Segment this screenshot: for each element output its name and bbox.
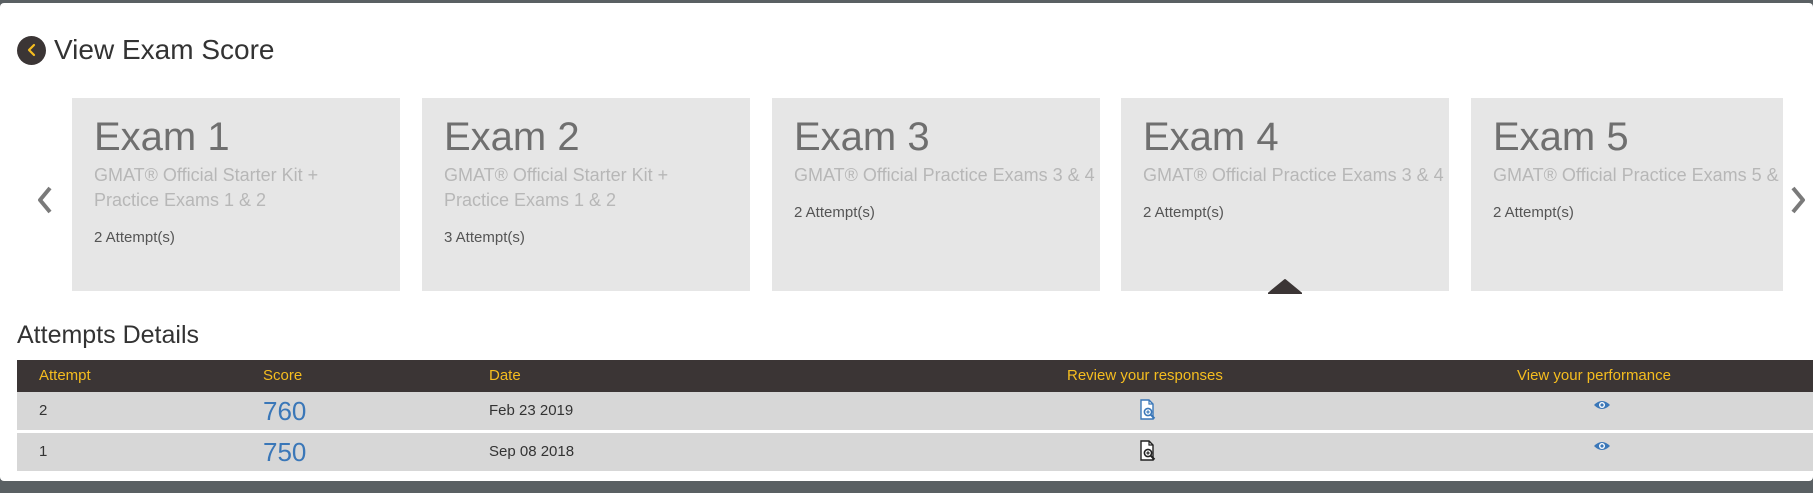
table-header: Attempt Score Date Review your responses… [17,360,1813,392]
column-header-performance: View your performance [1517,367,1671,384]
exam-card-4[interactable]: Exam 4 GMAT® Official Practice Exams 3 &… [1121,98,1449,291]
exam-card-1[interactable]: Exam 1 GMAT® Official Starter Kit + Prac… [72,98,400,291]
review-responses-button[interactable] [1139,399,1157,426]
exam-card-attempts: 2 Attempt(s) [94,229,175,246]
selected-caret-icon [1268,279,1302,294]
carousel-next-button[interactable] [1787,183,1809,217]
exam-card-attempts: 3 Attempt(s) [444,229,525,246]
view-performance-button[interactable] [1593,439,1611,458]
table-row: 2 760 Feb 23 2019 [17,392,1813,430]
page-header: View Exam Score [17,33,274,67]
review-responses-button[interactable] [1139,440,1157,467]
exam-card-subtitle: GMAT® Official Practice Exams 5 & 6 [1493,165,1783,185]
column-header-review: Review your responses [1067,367,1223,384]
exam-card-attempts: 2 Attempt(s) [1493,204,1574,221]
attempt-date: Feb 23 2019 [489,402,574,419]
exam-score-panel: View Exam Score Exam 1 GMAT® Official St… [0,3,1813,481]
chevron-left-icon [38,186,52,214]
attempt-number: 2 [39,402,48,419]
attempts-table: Attempt Score Date Review your responses… [17,360,1813,471]
exam-card-title: Exam 4 [1143,115,1279,159]
chevron-left-icon [27,43,35,57]
eye-icon [1594,401,1610,409]
exam-card-attempts: 2 Attempt(s) [794,204,875,221]
document-magnify-icon [1140,440,1156,461]
score-link[interactable]: 760 [263,392,306,430]
page-title: View Exam Score [54,34,275,65]
exam-card-subtitle: GMAT® Official Practice Exams 3 & 4 [1143,165,1444,185]
column-header-attempt: Attempt [39,367,91,384]
eye-icon [1594,442,1610,450]
exam-card-subtitle: GMAT® Official Practice Exams 3 & 4 [794,165,1095,185]
score-link[interactable]: 750 [263,433,306,471]
exam-card-title: Exam 1 [94,115,230,159]
carousel-prev-button[interactable] [34,183,56,217]
exam-card-title: Exam 5 [1493,115,1629,159]
attempt-date: Sep 08 2018 [489,443,575,460]
table-row: 1 750 Sep 08 2018 [17,430,1813,471]
view-performance-button[interactable] [1593,398,1611,417]
exam-card-title: Exam 2 [444,115,580,159]
column-header-score: Score [263,367,303,384]
attempt-number: 1 [39,443,48,460]
attempts-details-title: Attempts Details [17,321,200,349]
exam-card-3[interactable]: Exam 3 GMAT® Official Practice Exams 3 &… [772,98,1100,291]
exam-card-subtitle: GMAT® Official Starter Kit + Practice Ex… [444,165,669,210]
chevron-right-icon [1791,186,1805,214]
exam-card-subtitle: GMAT® Official Starter Kit + Practice Ex… [94,165,319,210]
back-button[interactable] [17,35,46,65]
exam-card-attempts: 2 Attempt(s) [1143,204,1224,221]
exam-card-5[interactable]: Exam 5 GMAT® Official Practice Exams 5 &… [1471,98,1783,291]
document-magnify-icon [1140,399,1156,420]
exam-card-title: Exam 3 [794,115,930,159]
column-header-date: Date [489,367,521,384]
exam-card-2[interactable]: Exam 2 GMAT® Official Starter Kit + Prac… [422,98,750,291]
